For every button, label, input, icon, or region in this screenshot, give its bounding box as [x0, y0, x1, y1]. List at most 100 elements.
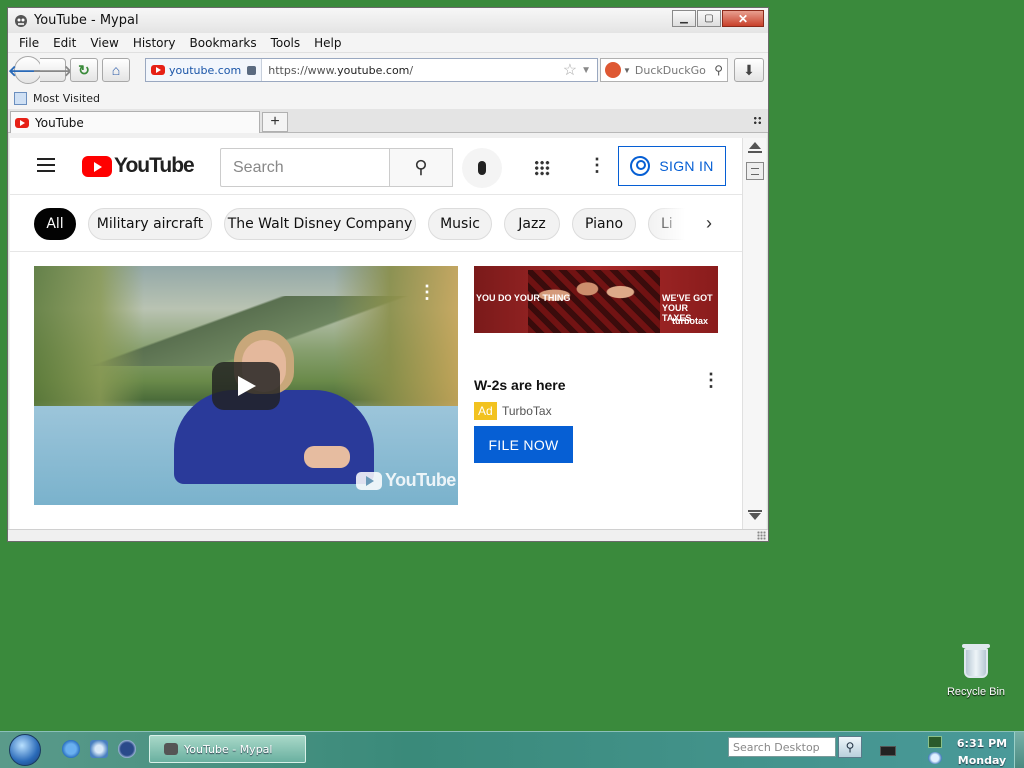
youtube-favicon-icon [151, 65, 165, 75]
tab-favicon-icon [15, 117, 29, 128]
clock[interactable]: 6:31 PM Monday [954, 735, 1010, 768]
url-dropdown-icon[interactable]: ▼ [581, 65, 591, 76]
menu-view[interactable]: View [83, 36, 125, 50]
chip-piano[interactable]: Piano [572, 208, 636, 240]
url-domain: youtube.com [337, 63, 410, 77]
recycle-bin[interactable]: Recycle Bin [944, 644, 1008, 698]
reload-button[interactable]: ↻ [70, 58, 98, 82]
scroll-up-icon[interactable] [749, 142, 761, 149]
downloads-button[interactable]: ⬇ [734, 58, 764, 82]
bookmarks-toolbar: Most Visited [8, 87, 768, 109]
search-engine-bar[interactable]: ▼ DuckDuckGo ⚲ [600, 58, 728, 82]
media-player-icon[interactable] [118, 740, 136, 758]
home-icon: ⌂ [111, 62, 121, 78]
taskbar-window-button[interactable]: YouTube - Mypal [149, 735, 306, 763]
network-icon[interactable] [928, 736, 942, 748]
url-bar[interactable]: youtube.com https://www.youtube.com/ ☆ ▼ [145, 58, 598, 82]
taskbar: YouTube - Mypal Search Desktop ⚲ 6:31 PM… [0, 731, 1024, 768]
ad-more-icon[interactable]: ⋮ [702, 371, 720, 389]
search-icon[interactable]: ⚲ [714, 63, 723, 77]
recycle-bin-icon [962, 644, 990, 678]
account-icon [630, 156, 651, 176]
youtube-search-input[interactable]: Search [220, 148, 390, 187]
recycle-bin-label: Recycle Bin [946, 686, 1006, 698]
search-icon: ⚲ [414, 157, 428, 177]
home-button[interactable]: ⌂ [102, 58, 130, 82]
file-now-button[interactable]: FILE NOW [474, 426, 573, 463]
menu-help[interactable]: Help [307, 36, 348, 50]
minimize-button[interactable]: ▁ [672, 10, 696, 27]
ad-banner-image[interactable]: YOU DO YOUR THING WE'VE GOT YOUR TAXES t… [474, 266, 718, 333]
chip-walt-disney[interactable]: The Walt Disney Company [224, 208, 416, 240]
tab-youtube[interactable]: YouTube [10, 111, 260, 133]
desktop-search-input[interactable]: Search Desktop [728, 737, 836, 757]
show-desktop-button[interactable] [1014, 732, 1024, 768]
volume-icon[interactable] [928, 752, 942, 764]
voice-search-button[interactable] [462, 148, 502, 188]
menu-history[interactable]: History [126, 36, 183, 50]
watermark-text: YouTube [385, 470, 456, 490]
youtube-logo-text[interactable]: YouTube [114, 154, 195, 178]
start-button[interactable] [9, 734, 41, 766]
keyboard-icon[interactable] [880, 746, 896, 756]
most-visited-folder-icon [14, 91, 27, 105]
ad-title[interactable]: W-2s are here [474, 377, 566, 393]
duckduckgo-icon[interactable] [605, 62, 621, 78]
menu-file[interactable]: File [12, 36, 46, 50]
chip-jazz[interactable]: Jazz [504, 208, 560, 240]
identity-host: youtube.com [169, 63, 242, 77]
guide-menu-icon[interactable] [37, 158, 55, 172]
tab-list-icon[interactable] [753, 116, 762, 125]
chip-all[interactable]: All [34, 208, 76, 240]
sign-in-label: SIGN IN [659, 158, 714, 174]
browser-window: YouTube - Mypal ▁ ▢ ✕ File Edit View His… [7, 7, 769, 542]
new-tab-button[interactable]: + [262, 112, 288, 132]
category-chips-bar: All Military aircraft The Walt Disney Co… [10, 194, 742, 252]
youtube-search-button[interactable]: ⚲ [389, 148, 453, 187]
ad-banner-left-text: YOU DO YOUR THING [476, 293, 571, 303]
person-hands [304, 446, 350, 468]
ad-banner-brand: turbotax [672, 316, 708, 326]
status-bar [8, 529, 768, 541]
search-icon: ⚲ [845, 740, 855, 754]
mypal-app-icon [14, 14, 28, 28]
ad-badge: Ad [474, 402, 497, 420]
menu-tools[interactable]: Tools [264, 36, 308, 50]
plus-icon: + [270, 113, 280, 130]
close-button[interactable]: ✕ [722, 10, 764, 27]
vertical-scrollbar[interactable] [742, 138, 766, 529]
sign-in-button[interactable]: SIGN IN [618, 146, 726, 186]
reload-icon: ↻ [78, 61, 90, 78]
clock-time: 6:31 PM [956, 737, 1008, 750]
apps-grid-icon[interactable] [534, 160, 550, 176]
explorer-quicklaunch-icon[interactable] [90, 740, 108, 758]
menu-edit[interactable]: Edit [46, 36, 83, 50]
settings-more-icon[interactable]: ⋮ [588, 156, 606, 174]
watermark-play-icon [356, 471, 382, 490]
play-button-icon[interactable] [212, 362, 280, 410]
chip-military-aircraft[interactable]: Military aircraft [88, 208, 212, 240]
chip-music[interactable]: Music [428, 208, 492, 240]
scroll-thumb[interactable] [746, 162, 764, 180]
video-more-icon[interactable]: ⋮ [418, 283, 436, 301]
scroll-down-icon[interactable] [749, 513, 761, 520]
video-thumbnail[interactable]: ⋮ YouTube [34, 266, 458, 505]
forward-arrow-icon: 🡒 [32, 62, 73, 80]
url-text[interactable]: https://www.youtube.com/ [262, 64, 563, 77]
youtube-logo-icon[interactable] [82, 156, 112, 177]
maximize-button[interactable]: ▢ [697, 10, 721, 27]
resize-grip-icon[interactable] [757, 531, 766, 540]
chip-fade-overlay [650, 205, 700, 243]
bookmark-star-icon[interactable]: ☆ [563, 60, 577, 80]
title-bar[interactable]: YouTube - Mypal ▁ ▢ ✕ [8, 8, 768, 33]
engine-dropdown-icon[interactable]: ▼ [623, 66, 631, 75]
microphone-icon [478, 161, 486, 175]
site-identity-box[interactable]: youtube.com [146, 59, 263, 81]
bookmark-most-visited[interactable]: Most Visited [33, 92, 100, 105]
forward-button[interactable]: 🡒 [32, 58, 73, 82]
chevron-right-icon[interactable]: › [706, 213, 712, 234]
menu-bookmarks[interactable]: Bookmarks [183, 36, 264, 50]
desktop-search-button[interactable]: ⚲ [838, 736, 862, 758]
tab-label: YouTube [35, 115, 84, 130]
internet-explorer-icon[interactable] [62, 740, 80, 758]
